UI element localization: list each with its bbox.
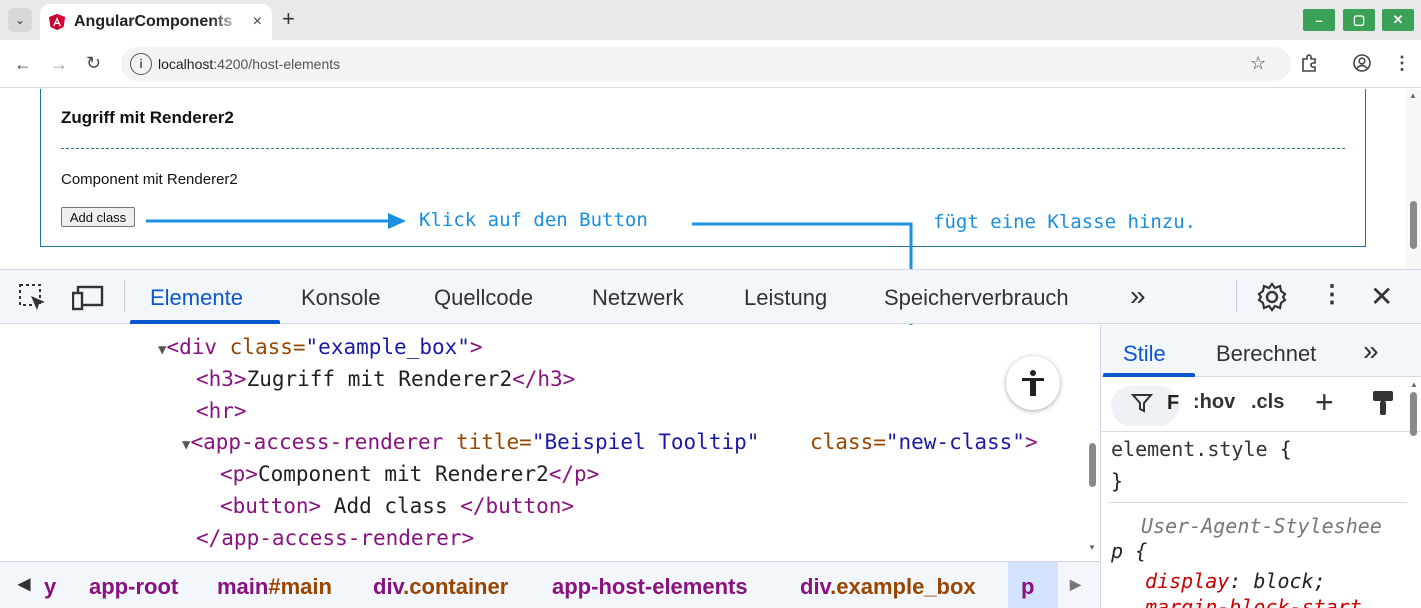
breadcrumb-item-app-host-elements[interactable]: app-host-elements [552,574,748,600]
breadcrumb-scroll-right-icon[interactable]: ▶ [1070,576,1081,593]
device-toolbar-icon[interactable] [71,283,106,320]
scroll-down-icon[interactable]: ▼ [1088,543,1096,552]
annotation-result-text: fügt eine Klasse hinzu. [933,211,1197,233]
accessibility-tree-button[interactable] [1006,356,1060,410]
styles-more-chevron-icon[interactable]: » [1363,335,1379,367]
devtools-separator [124,280,125,312]
breadcrumb-item-app-root[interactable]: app-root [89,574,178,600]
new-class-attribute[interactable]: class="new-class"> [810,430,1038,454]
breadcrumb-item-div-example-box[interactable]: div.example_box [800,574,976,600]
color-format-paintbrush-icon[interactable] [1371,389,1397,424]
tab-netzwerk[interactable]: Netzwerk [592,285,684,311]
dom-breadcrumb: ◀ y app-root main#main div.container app… [0,561,1100,608]
devtools-menu-kebab-icon[interactable]: ⋮ [1320,280,1344,309]
css-property-display[interactable]: display: block; [1145,569,1326,593]
elements-scrollbar[interactable]: ▼ [1085,325,1100,560]
tree-line-p[interactable]: <p>Component mit Renderer2</p> [220,462,599,486]
styles-toolbar: F :hov .cls + [1101,378,1421,432]
user-agent-stylesheet-label: User-Agent-Styleshee [1141,514,1382,538]
active-tab-indicator [130,320,280,324]
breadcrumb-item[interactable]: y [44,574,56,600]
annotation-click-text: Klick auf den Button [419,209,648,231]
styles-scrollbar[interactable]: ▲ [1406,378,1421,608]
styles-scroll-up-icon[interactable]: ▲ [1410,380,1418,389]
css-property-margin-block-start[interactable]: margin-block-start [1145,595,1362,608]
tab-speicherverbrauch[interactable]: Speicherverbrauch [884,285,1069,311]
element-style-selector[interactable]: element.style { [1111,437,1292,461]
tree-line-app-access-renderer-close[interactable]: </app-access-renderer> [196,526,474,550]
breadcrumb-scroll-left-icon[interactable]: ◀ [18,574,30,594]
tree-line-hr[interactable]: <hr> [196,399,247,423]
close-devtools-icon[interactable]: ✕ [1370,280,1393,313]
breadcrumb-item-main[interactable]: main#main [217,574,332,600]
more-tabs-chevron-icon[interactable]: » [1130,280,1146,312]
filter-placeholder-text: F [1167,392,1180,414]
tab-berechnet[interactable]: Berechnet [1216,341,1316,367]
breadcrumb-item-p[interactable]: p [1021,574,1034,600]
styles-pane: Stile Berechnet » F :hov .cls + element.… [1100,325,1421,608]
tab-stile[interactable]: Stile [1123,341,1166,367]
new-style-rule-plus-icon[interactable]: + [1315,384,1334,421]
styles-active-tab-indicator [1103,373,1195,377]
tree-line-app-access-renderer[interactable]: ▼<app-access-renderer title="Beispiel To… [182,430,759,454]
tab-konsole[interactable]: Konsole [301,285,381,311]
cls-toggle[interactable]: .cls [1251,391,1284,414]
elements-tree: ▼<div class="example_box"> <h3>Zugriff m… [0,325,1100,560]
tab-leistung[interactable]: Leistung [744,285,827,311]
rule-divider [1107,502,1407,503]
hov-toggle[interactable]: :hov [1193,391,1235,414]
elements-scrollbar-thumb[interactable] [1089,443,1096,487]
tab-elemente[interactable]: Elemente [150,285,243,311]
accessibility-person-icon [1022,370,1044,396]
element-style-close-brace: } [1111,469,1124,493]
tree-line-h3[interactable]: <h3>Zugriff mit Renderer2</h3> [196,367,575,391]
tree-line-button[interactable]: <button> Add class </button> [220,494,574,518]
inspect-element-icon[interactable] [18,283,48,320]
tree-line-div-example-box[interactable]: ▼<div class="example_box"> [158,335,483,359]
devtools-separator [1236,280,1237,312]
settings-gear-icon[interactable] [1256,281,1288,320]
breadcrumb-item-div-container[interactable]: div.container [373,574,508,600]
styles-scrollbar-thumb[interactable] [1410,392,1417,436]
filter-funnel-icon [1130,392,1154,420]
p-rule-selector[interactable]: p { [1111,539,1147,563]
tab-quellcode[interactable]: Quellcode [434,285,533,311]
